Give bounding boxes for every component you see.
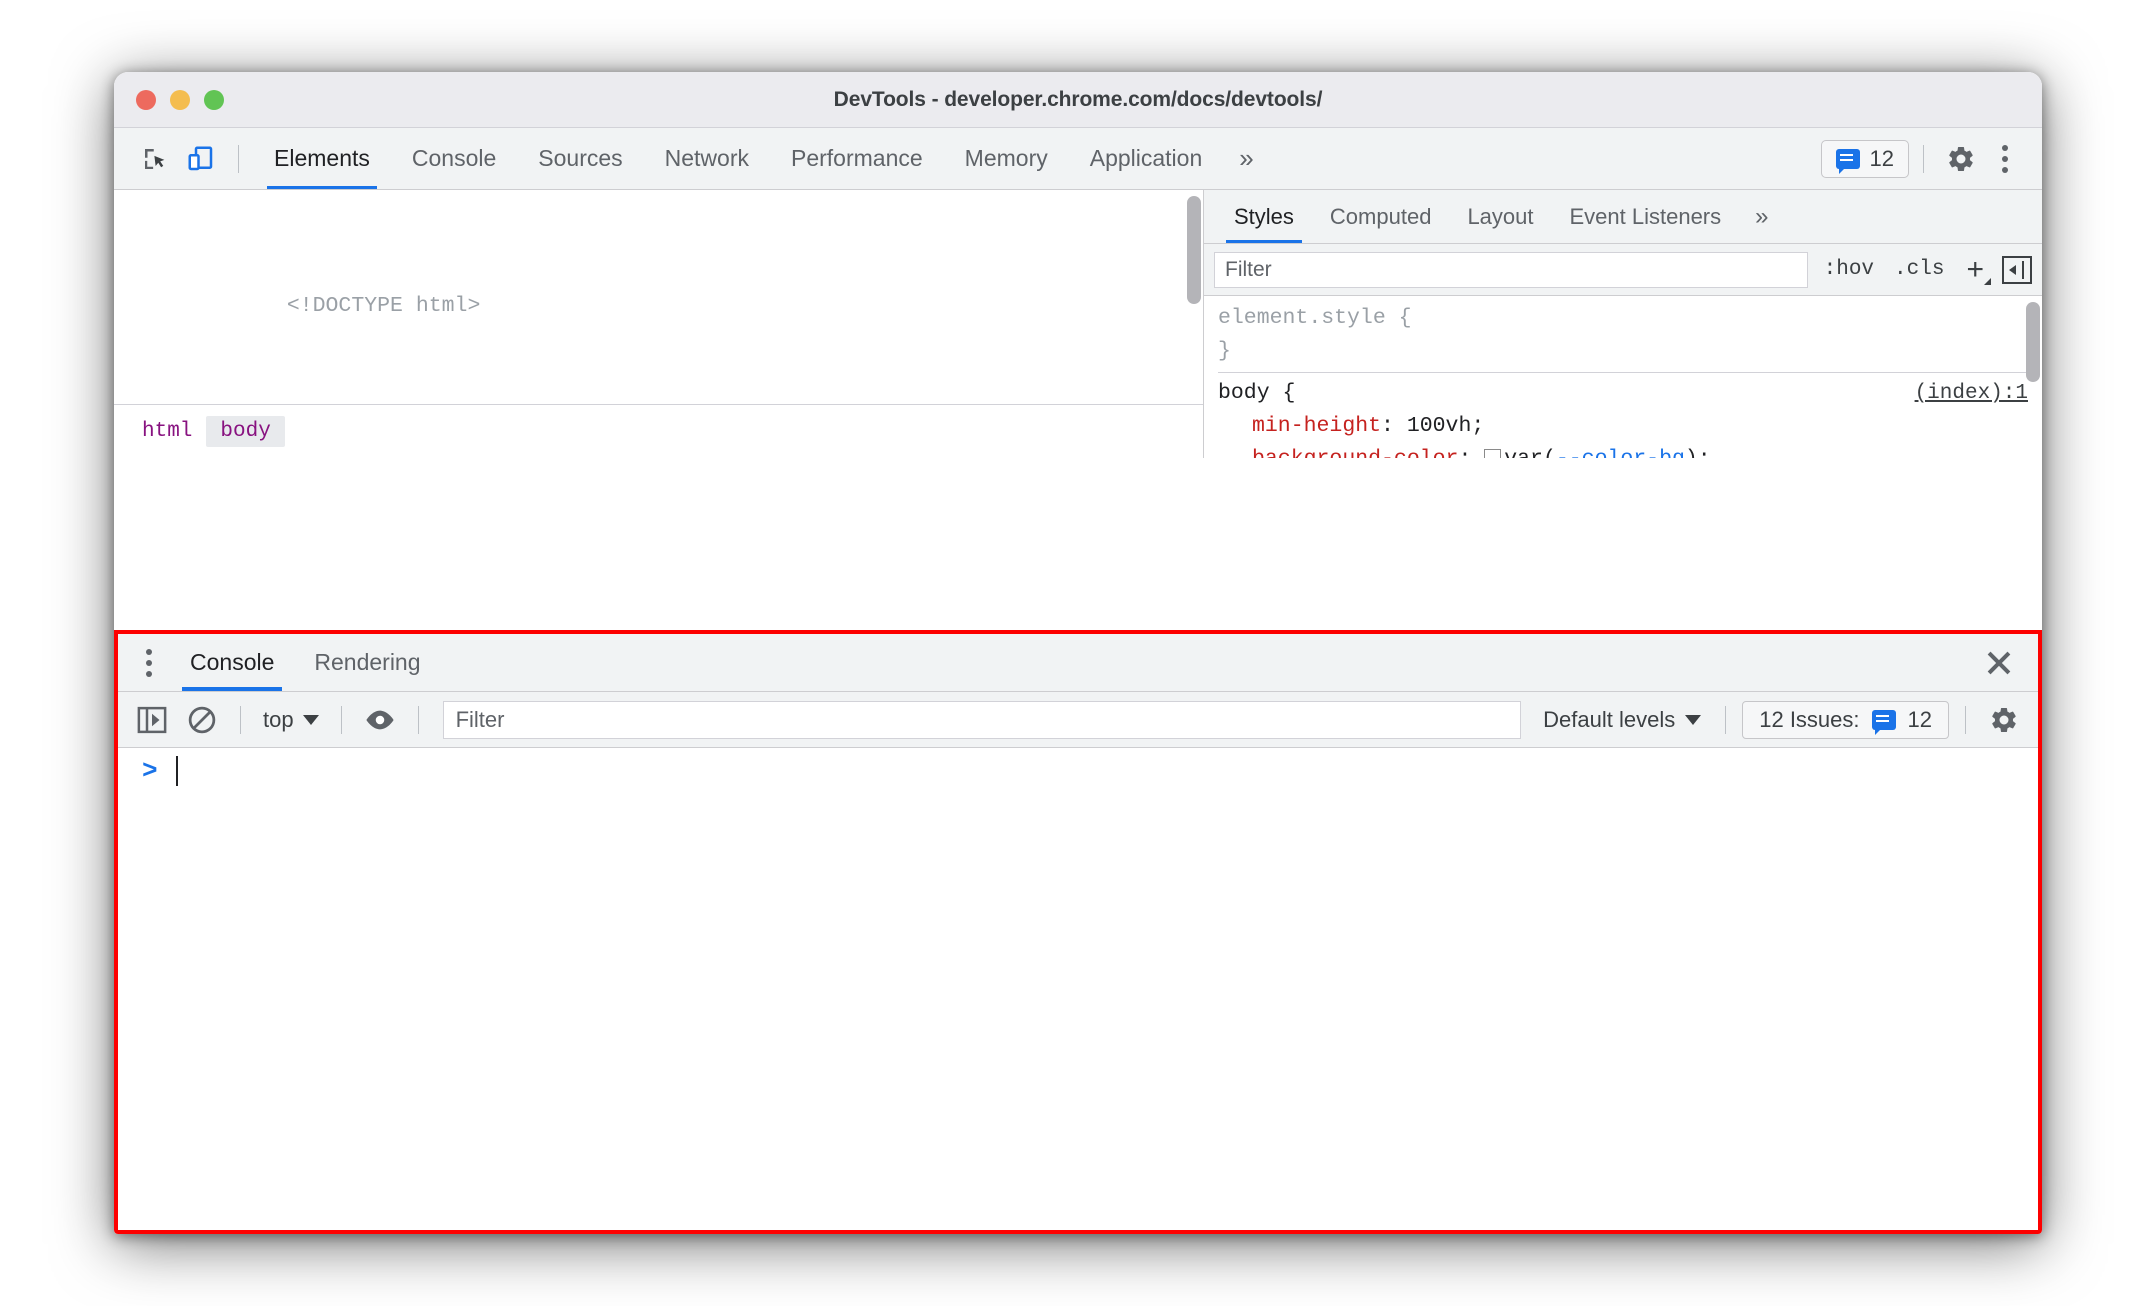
tab-application[interactable]: Application — [1069, 128, 1224, 189]
tab-styles[interactable]: Styles — [1216, 190, 1312, 243]
styles-panel-tabs: Styles Computed Layout Event Listeners » — [1204, 190, 2042, 244]
css-declaration-min-height[interactable]: min-height: 100vh; — [1218, 410, 2028, 443]
console-toolbar-divider-2 — [340, 705, 342, 734]
console-text-caret — [175, 756, 178, 786]
execution-context-selector[interactable]: top — [257, 707, 325, 733]
console-sidebar-icon[interactable] — [130, 700, 174, 740]
dom-line-doctype[interactable]: <!DOCTYPE html> — [114, 260, 1203, 353]
tab-network[interactable]: Network — [644, 128, 770, 189]
tab-performance[interactable]: Performance — [770, 128, 944, 189]
log-levels-label: Default levels — [1543, 706, 1676, 732]
doctype-text: <!DOCTYPE html> — [286, 294, 481, 318]
console-drawer: Console Rendering top Filter Default lev… — [114, 630, 2042, 1234]
console-toolbar-divider-4 — [1725, 705, 1727, 734]
styles-more-tabs-icon[interactable]: » — [1739, 203, 1784, 231]
tab-layout[interactable]: Layout — [1449, 190, 1551, 243]
class-toggle[interactable]: .cls — [1890, 258, 1948, 281]
more-tabs-icon[interactable]: » — [1223, 143, 1269, 174]
element-style-open-brace: { — [1398, 306, 1412, 330]
css-rule-element-style[interactable]: element.style { } — [1218, 302, 2028, 373]
console-issues-message-icon — [1871, 709, 1896, 735]
body-selector[interactable]: body — [1218, 381, 1270, 405]
styles-scrollbar[interactable] — [2026, 302, 2040, 452]
element-style-close-brace: } — [1218, 339, 1231, 363]
console-toolbar-divider-3 — [417, 705, 419, 734]
toolbar-divider — [238, 144, 239, 173]
elements-scrollbar-thumb[interactable] — [1187, 196, 1201, 304]
css-declaration-background-color[interactable]: background-color: var(--color-bg); — [1218, 443, 2028, 458]
device-toolbar-icon[interactable] — [178, 136, 224, 182]
body-open-brace: { — [1282, 381, 1296, 405]
elements-panel: <!DOCTYPE html> <html lang="en" data-coo… — [114, 190, 1204, 458]
css-rule-body[interactable]: (index):1 body { min-height: 100vh; back… — [1218, 377, 2028, 458]
toolbar-right-actions: 12 — [1820, 136, 2042, 182]
elements-scrollbar[interactable] — [1187, 196, 1201, 396]
css-source-link[interactable]: (index):1 — [1915, 377, 2028, 410]
tab-console[interactable]: Console — [391, 128, 517, 189]
console-prompt-chevron-icon: > — [142, 756, 158, 786]
panel-split: <!DOCTYPE html> <html lang="en" data-coo… — [114, 190, 2042, 458]
styles-toolbar: Filter :hov .cls + — [1204, 244, 2042, 296]
tab-computed[interactable]: Computed — [1312, 190, 1450, 243]
tab-elements[interactable]: Elements — [253, 128, 391, 189]
issues-badge[interactable]: 12 — [1820, 139, 1909, 178]
breadcrumb-item-html[interactable]: html — [128, 416, 206, 447]
execution-context-label: top — [263, 706, 294, 732]
log-levels-selector[interactable]: Default levels — [1535, 707, 1709, 733]
color-swatch-bg[interactable] — [1484, 449, 1502, 458]
console-settings-gear-icon[interactable] — [1982, 700, 2026, 740]
console-prompt-row[interactable]: > — [118, 749, 2038, 793]
drawer-tab-rendering[interactable]: Rendering — [294, 634, 440, 691]
console-toolbar: top Filter Default levels 12 Issues: 12 — [118, 692, 2038, 748]
toggle-computed-sidebar-icon[interactable] — [2002, 255, 2032, 284]
tab-sources[interactable]: Sources — [517, 128, 643, 189]
styles-filter-input[interactable]: Filter — [1214, 251, 1808, 288]
css-rules: element.style { } (index):1 body { min-h… — [1204, 296, 2042, 458]
drawer-menu-icon[interactable] — [128, 648, 170, 677]
console-issues-button[interactable]: 12 Issues: 12 — [1742, 700, 1949, 739]
console-toolbar-divider-1 — [240, 705, 241, 734]
prop-min-height: min-height — [1252, 414, 1382, 438]
devtools-window: DevTools - developer.chrome.com/docs/dev… — [114, 72, 2042, 1234]
breadcrumb: html body — [114, 404, 1203, 458]
console-output[interactable]: > — [118, 749, 2038, 1230]
main-menu-icon[interactable] — [1984, 139, 2026, 179]
window-titlebar: DevTools - developer.chrome.com/docs/dev… — [114, 72, 2042, 128]
close-drawer-icon[interactable] — [1982, 646, 2016, 680]
drawer-tabs: Console Rendering — [118, 634, 2038, 692]
settings-gear-icon[interactable] — [1938, 136, 1984, 182]
var-color-bg[interactable]: --color-bg — [1556, 447, 1685, 458]
screenshot-stage: DevTools - developer.chrome.com/docs/dev… — [0, 0, 2156, 1306]
live-expression-eye-icon[interactable] — [358, 700, 402, 740]
new-style-rule-button[interactable]: + — [1960, 253, 1991, 287]
console-issues-label: 12 Issues: — [1759, 706, 1860, 732]
element-style-selector[interactable]: element.style — [1218, 306, 1386, 330]
drawer-tab-console[interactable]: Console — [170, 634, 294, 691]
clear-console-icon[interactable] — [180, 700, 224, 740]
breadcrumb-item-body[interactable]: body — [206, 416, 285, 447]
value-min-height[interactable]: 100vh; — [1407, 414, 1484, 438]
styles-scrollbar-thumb[interactable] — [2026, 302, 2040, 382]
hover-state-toggle[interactable]: :hov — [1820, 258, 1878, 281]
styles-panel: Styles Computed Layout Event Listeners »… — [1204, 190, 2042, 458]
window-title: DevTools - developer.chrome.com/docs/dev… — [833, 87, 1323, 111]
panel-tabs: Elements Console Sources Network Perform… — [253, 128, 1270, 189]
chevron-down-icon-levels — [1685, 714, 1702, 725]
tab-memory[interactable]: Memory — [944, 128, 1069, 189]
prop-background-color: background-color — [1252, 447, 1458, 458]
console-toolbar-divider-5 — [1965, 705, 1966, 734]
console-issues-count: 12 — [1907, 706, 1932, 732]
issues-message-icon — [1835, 148, 1860, 174]
main-toolbar: Elements Console Sources Network Perform… — [114, 128, 2042, 190]
inspect-element-icon[interactable] — [132, 136, 178, 182]
issues-badge-count: 12 — [1869, 145, 1894, 171]
console-filter-input[interactable]: Filter — [442, 700, 1522, 739]
chevron-down-icon — [302, 714, 319, 725]
tab-event-listeners[interactable]: Event Listeners — [1552, 190, 1740, 243]
toolbar-divider-2 — [1923, 144, 1924, 173]
